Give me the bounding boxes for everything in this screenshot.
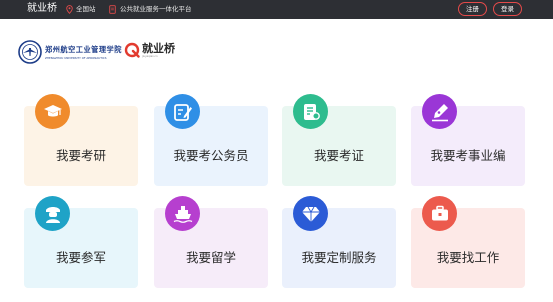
login-button[interactable]: 登录 — [493, 2, 522, 16]
service-card-canjun[interactable]: 我要参军 — [24, 196, 138, 288]
service-card-liuxue[interactable]: 我要留学 — [154, 196, 268, 288]
jiuyeqiao-domain: jiuyeqiao.cn — [142, 54, 158, 58]
top-bar: 就业桥 全国站 公共就业服务一体化平台 注册 登录 — [0, 0, 553, 19]
graduation-cap-icon — [35, 94, 70, 129]
location-pin-icon — [66, 4, 73, 14]
location-label: 全国站 — [76, 5, 96, 13]
edit-pen-icon — [165, 94, 200, 129]
service-label: 我要考证 — [313, 148, 364, 163]
service-card-kaozheng[interactable]: 我要考证 — [282, 94, 396, 186]
service-label: 我要参军 — [55, 250, 106, 265]
service-label: 我要定制服务 — [301, 250, 377, 265]
service-label: 我要考事业编 — [430, 148, 506, 163]
fountain-pen-icon — [422, 94, 457, 129]
service-label: 我要留学 — [185, 250, 236, 265]
site-brand[interactable]: 就业桥 — [27, 2, 57, 16]
service-card-zhaogongzuo[interactable]: 我要找工作 — [411, 196, 525, 288]
school-emblem-icon — [18, 40, 42, 64]
service-card-shiyebian[interactable]: 我要考事业编 — [411, 94, 525, 186]
service-card-dingzhi[interactable]: 我要定制服务 — [282, 196, 396, 288]
ship-icon — [165, 196, 200, 231]
school-name-en: ZHENGZHOU UNIVERSITY OF AERONAUTICS — [45, 55, 107, 60]
school-logo: 郑州航空工业管理学院 ZHENGZHOU UNIVERSITY OF AERON… — [18, 40, 122, 64]
platform-label: 公共就业服务一体化平台 — [120, 5, 192, 13]
jiuyeqiao-name: 就业桥 — [142, 41, 175, 55]
register-button[interactable]: 注册 — [458, 2, 487, 16]
location-selector[interactable]: 全国站 — [66, 3, 96, 15]
briefcase-icon — [422, 196, 457, 231]
jiuyeqiao-logo-icon — [124, 42, 140, 58]
document-icon — [109, 4, 116, 14]
school-name: 郑州航空工业管理学院 — [45, 44, 122, 54]
certificate-icon — [293, 94, 328, 129]
soldier-icon — [35, 196, 70, 231]
diamond-icon — [293, 196, 328, 231]
service-label: 我要考研 — [55, 148, 106, 163]
service-card-kaoyan[interactable]: 我要考研 — [24, 94, 138, 186]
service-label: 我要找工作 — [436, 250, 500, 265]
platform-link[interactable]: 公共就业服务一体化平台 — [109, 3, 192, 15]
service-card-gongwuyuan[interactable]: 我要考公务员 — [154, 94, 268, 186]
jiuyeqiao-logo: 就业桥 jiuyeqiao.cn — [124, 42, 175, 58]
service-label: 我要考公务员 — [173, 148, 249, 163]
